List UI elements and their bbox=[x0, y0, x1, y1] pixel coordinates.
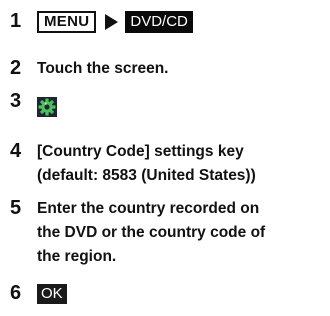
step-text: [Country Code] settings key (default: 85… bbox=[37, 140, 322, 188]
step-line: the DVD or the country code of bbox=[37, 224, 266, 241]
step-text: Touch the screen. bbox=[37, 60, 169, 77]
step-number: 1 bbox=[10, 10, 22, 32]
step-number: 2 bbox=[10, 57, 22, 79]
step-line: the region. bbox=[37, 248, 117, 265]
step-content: MENU DVD/CD bbox=[37, 10, 322, 34]
dvd-cd-button[interactable]: DVD/CD bbox=[125, 10, 193, 33]
step-line: (default: 8583 (United States)) bbox=[37, 167, 256, 184]
step-number: 6 bbox=[10, 282, 22, 304]
step-line: [Country Code] settings key bbox=[37, 143, 244, 160]
gear-settings-icon[interactable] bbox=[37, 97, 57, 117]
step-number: 5 bbox=[10, 197, 22, 219]
menu-button[interactable]: MENU bbox=[37, 10, 97, 33]
ok-button[interactable]: OK bbox=[37, 284, 67, 304]
step-line: Enter the country recorded on bbox=[37, 200, 260, 217]
step-number: 4 bbox=[10, 140, 22, 162]
step-text: Enter the country recorded on the DVD or… bbox=[37, 197, 322, 269]
arrow-right-icon bbox=[105, 13, 119, 30]
step-content: OK bbox=[37, 282, 322, 306]
gear-icon bbox=[37, 97, 57, 117]
step-number: 3 bbox=[10, 90, 22, 112]
